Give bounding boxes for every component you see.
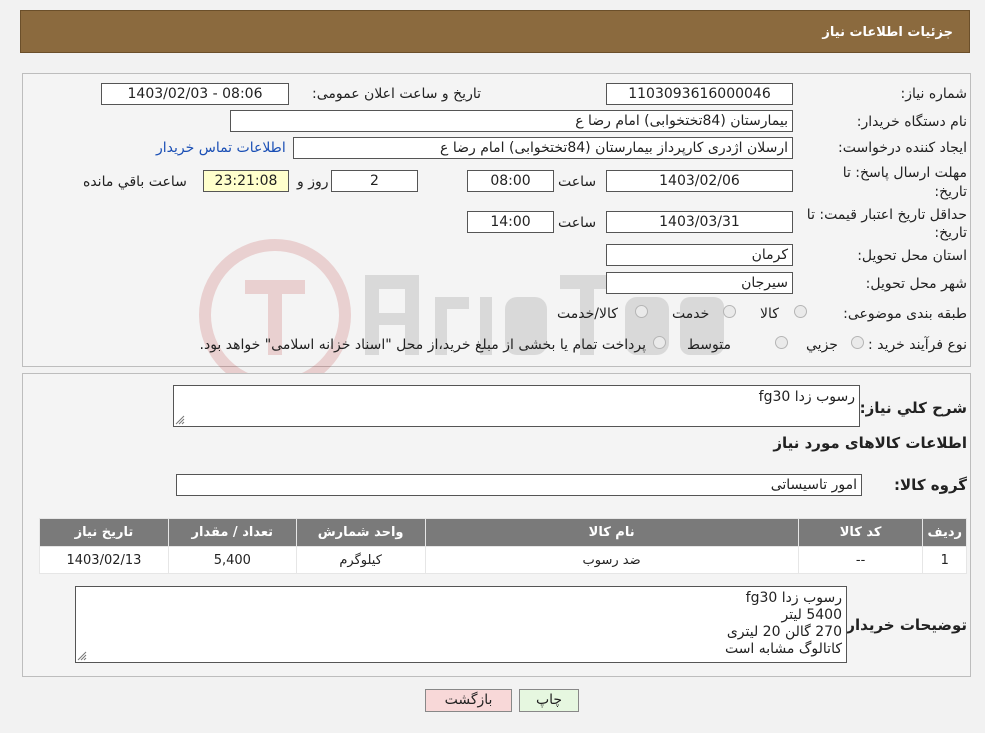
buyer-notes-line: 5400 لیتر bbox=[781, 607, 842, 623]
remaining-label: ساعت باقي مانده bbox=[83, 174, 187, 190]
buyer-notes-line: رسوب زدا fg30 bbox=[745, 590, 842, 606]
announce-label: تاریخ و ساعت اعلان عمومی: bbox=[312, 86, 481, 102]
items-table: رديف کد کالا نام کالا واحد شمارش تعداد /… bbox=[39, 518, 967, 574]
buyer-notes-line: کاتالوگ مشابه است bbox=[724, 641, 842, 657]
back-button[interactable]: بازگشت bbox=[425, 689, 512, 712]
deadline-label: مهلت ارسال پاسخ: تا bbox=[842, 165, 967, 181]
validity-time-label: ساعت bbox=[558, 215, 597, 231]
creator-field: ارسلان اژدری کارپرداز بیمارستان (84تختخو… bbox=[293, 137, 793, 159]
category-service-radio[interactable] bbox=[723, 305, 736, 318]
page-title: جزئیات اطلاعات نیاز bbox=[822, 25, 953, 40]
category-goods-service-label: کالا/خدمت bbox=[557, 306, 618, 322]
deadline-label-2: تاریخ: bbox=[934, 184, 967, 200]
summary-label: شرح كلي نياز: bbox=[859, 399, 967, 417]
cell-code: -- bbox=[798, 547, 923, 573]
summary-field: رسوب زدا fg30 bbox=[173, 385, 860, 427]
buyer-contact-link[interactable]: اطلاعات تماس خریدار bbox=[156, 140, 286, 156]
category-goods-radio[interactable] bbox=[794, 305, 807, 318]
cell-date: 1403/02/13 bbox=[40, 547, 168, 573]
group-label: گروه کالا: bbox=[894, 476, 967, 494]
need-number-field: 1103093616000046 bbox=[606, 83, 793, 105]
category-goods-label: کالا bbox=[760, 306, 779, 322]
col-qty: تعداد / مقدار bbox=[168, 519, 296, 546]
table-header-row: رديف کد کالا نام کالا واحد شمارش تعداد /… bbox=[40, 519, 966, 546]
col-unit: واحد شمارش bbox=[296, 519, 425, 546]
buyer-org-label: نام دستگاه خریدار: bbox=[856, 114, 967, 130]
col-row: رديف bbox=[923, 519, 966, 546]
summary-text: رسوب زدا fg30 bbox=[758, 389, 855, 405]
validity-label: حداقل تاریخ اعتبار قیمت: تا bbox=[806, 207, 967, 223]
days-remaining-field: 2 bbox=[331, 170, 418, 192]
page-header: جزئیات اطلاعات نیاز bbox=[20, 10, 970, 53]
category-goods-service-radio[interactable] bbox=[635, 305, 648, 318]
cell-unit: کیلوگرم bbox=[296, 547, 425, 573]
process-medium-radio[interactable] bbox=[775, 336, 788, 349]
city-label: شهر محل تحویل: bbox=[865, 276, 967, 292]
buyer-notes-field: رسوب زدا fg30 5400 لیتر 270 گالن 20 لیتر… bbox=[75, 586, 847, 663]
table-row: 1 -- ضد رسوب کیلوگرم 5,400 1403/02/13 bbox=[40, 547, 966, 573]
resize-grip-icon[interactable] bbox=[77, 651, 87, 661]
cell-name: ضد رسوب bbox=[425, 547, 798, 573]
process-label: نوع فرآیند خرید : bbox=[868, 337, 967, 353]
buyer-notes-label: توضیحات خریدار: bbox=[840, 616, 967, 634]
announce-field: 1403/02/03 - 08:06 bbox=[101, 83, 289, 105]
buyer-notes-line: 270 گالن 20 لیتری bbox=[726, 624, 842, 640]
need-number-label: شماره نیاز: bbox=[900, 86, 968, 102]
process-minor-radio[interactable] bbox=[851, 336, 864, 349]
group-field: امور تاسیساتی bbox=[176, 474, 862, 496]
category-label: طبقه بندی موضوعی: bbox=[843, 306, 967, 322]
province-field: کرمان bbox=[606, 244, 793, 266]
col-date: تاریخ نیاز bbox=[40, 519, 168, 546]
buyer-org-field: بیمارستان (84تختخوابی) امام رضا ع bbox=[230, 110, 793, 132]
remaining-time-field: 23:21:08 bbox=[203, 170, 289, 192]
resize-grip-icon[interactable] bbox=[175, 415, 185, 425]
city-field: سیرجان bbox=[606, 272, 793, 294]
process-minor-label: جزيي bbox=[806, 337, 838, 353]
validity-label-2: تاریخ: bbox=[934, 225, 967, 241]
province-label: استان محل تحویل: bbox=[857, 248, 967, 264]
deadline-date-field: 1403/02/06 bbox=[606, 170, 793, 192]
goods-info-title: اطلاعات کالاهای مورد نیاز bbox=[773, 434, 967, 452]
deadline-time-label: ساعت bbox=[558, 174, 597, 190]
print-button[interactable]: چاپ bbox=[519, 689, 579, 712]
process-medium-label: متوسط bbox=[687, 337, 731, 353]
validity-time-field: 14:00 bbox=[467, 211, 554, 233]
creator-label: ایجاد کننده درخواست: bbox=[838, 140, 967, 156]
validity-date-field: 1403/03/31 bbox=[606, 211, 793, 233]
days-label: روز و bbox=[297, 174, 329, 190]
col-code: کد کالا bbox=[798, 519, 923, 546]
col-name: نام کالا bbox=[425, 519, 798, 546]
cell-row: 1 bbox=[923, 547, 966, 573]
cell-qty: 5,400 bbox=[168, 547, 296, 573]
treasury-checkbox[interactable] bbox=[653, 336, 666, 349]
deadline-time-field: 08:00 bbox=[467, 170, 554, 192]
category-service-label: خدمت bbox=[672, 306, 710, 322]
process-note: پرداخت تمام یا بخشی از مبلغ خرید،از محل … bbox=[199, 337, 646, 353]
